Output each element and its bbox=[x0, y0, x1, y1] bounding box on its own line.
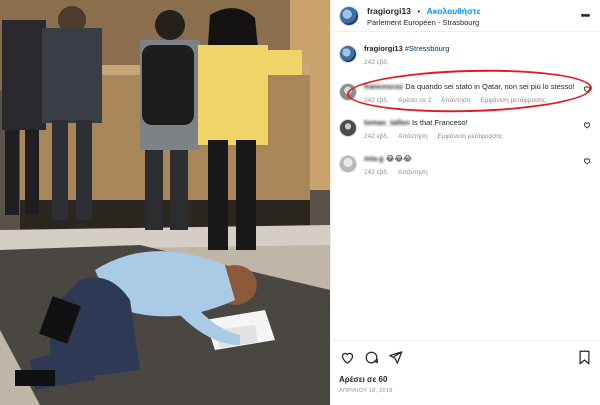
instagram-post: fragiorgi13 • Ακολουθήστε Parlement Euro… bbox=[0, 0, 600, 405]
comment-icon[interactable] bbox=[363, 349, 379, 365]
comment-like-heart-icon[interactable] bbox=[582, 121, 592, 129]
caption-row: fragiorgi13 #Stressbourg 242 εβδ. bbox=[339, 44, 592, 68]
comment-meta: 242 εβδ. Αρέσει σε 2 Απάντηση Εμφάνιση μ… bbox=[364, 96, 582, 106]
comment-body: francescoz Da quando sei stato in Qatar,… bbox=[364, 82, 582, 106]
caption-username[interactable]: fragiorgi13 bbox=[364, 44, 403, 53]
post-side-panel: fragiorgi13 • Ακολουθήστε Parlement Euro… bbox=[330, 0, 600, 405]
caption-avatar[interactable] bbox=[339, 45, 357, 63]
comment-username-blurred[interactable]: mia.g bbox=[364, 154, 384, 163]
comment-meta: 242 εβδ. Απάντηση bbox=[364, 168, 582, 178]
caption-meta: 242 εβδ. bbox=[364, 58, 592, 68]
see-translation-button[interactable]: Εμφάνιση μετάφρασης bbox=[438, 133, 504, 140]
comment-text: Is that Franceso! bbox=[411, 118, 468, 127]
author-username[interactable]: fragiorgi13 bbox=[367, 6, 411, 16]
more-dots-icon[interactable]: ••• bbox=[578, 10, 592, 22]
post-photo[interactable] bbox=[0, 0, 330, 405]
comment-row: tomas_tallen Is that Franceso! 242 εβδ. … bbox=[339, 118, 592, 142]
post-location[interactable]: Parlement Européen - Strasbourg bbox=[367, 17, 578, 28]
comment-username-blurred[interactable]: tomas_tallen bbox=[364, 118, 410, 127]
comment-like-heart-icon[interactable] bbox=[582, 157, 592, 165]
comment-time: 242 εβδ. bbox=[364, 133, 389, 140]
comment-time: 242 εβδ. bbox=[364, 97, 389, 104]
comment-avatar[interactable] bbox=[339, 119, 357, 137]
separator-dot: • bbox=[417, 6, 421, 16]
caption-time: 242 εβδ. bbox=[364, 59, 389, 66]
post-header: fragiorgi13 • Ακολουθήστε Parlement Euro… bbox=[331, 0, 600, 32]
bookmark-icon[interactable] bbox=[576, 349, 592, 365]
comment-text: Da quando sei stato in Qatar, non sei pi… bbox=[405, 82, 575, 91]
comment-likes[interactable]: Αρέσει σε 2 bbox=[398, 97, 431, 104]
comment-row: mia.g 😂😂😂 242 εβδ. Απάντηση bbox=[339, 154, 592, 178]
action-icons bbox=[339, 349, 592, 365]
comment-avatar[interactable] bbox=[339, 83, 357, 101]
comment-row: francescoz Da quando sei stato in Qatar,… bbox=[339, 66, 593, 116]
reply-button[interactable]: Απάντηση bbox=[398, 169, 428, 176]
comment-avatar[interactable] bbox=[339, 155, 357, 173]
comment-body: tomas_tallen Is that Franceso! 242 εβδ. … bbox=[364, 118, 582, 142]
comment-username-blurred[interactable]: francescoz bbox=[364, 82, 403, 91]
heart-icon[interactable] bbox=[339, 349, 355, 365]
post-actions: Αρέσει σε 60 ΑΠΡΙΛΙΟΥ 18, 2018 bbox=[331, 340, 600, 394]
post-date: ΑΠΡΙΛΙΟΥ 18, 2018 bbox=[339, 388, 393, 394]
author-avatar[interactable] bbox=[339, 5, 359, 26]
comment-body: mia.g 😂😂😂 242 εβδ. Απάντηση bbox=[364, 154, 582, 178]
follow-button[interactable]: Ακολουθήστε bbox=[427, 6, 481, 16]
comment-emoji-text: 😂😂😂 bbox=[385, 154, 412, 163]
comment-like-heart-icon[interactable] bbox=[582, 85, 592, 93]
comment-meta: 242 εβδ. Απάντηση Εμφάνιση μετάφρασης bbox=[364, 132, 582, 142]
reply-button[interactable]: Απάντηση bbox=[398, 133, 428, 140]
reply-button[interactable]: Απάντηση bbox=[441, 97, 471, 104]
see-translation-button[interactable]: Εμφάνιση μετάφρασης bbox=[480, 97, 546, 104]
likes-count[interactable]: Αρέσει σε 60 bbox=[339, 375, 592, 384]
comment-time: 242 εβδ. bbox=[364, 169, 389, 176]
caption-hashtag[interactable]: #Stressbourg bbox=[405, 44, 450, 53]
share-icon[interactable] bbox=[387, 349, 403, 365]
post-photo-illustration bbox=[0, 0, 330, 405]
caption-body: fragiorgi13 #Stressbourg 242 εβδ. bbox=[364, 44, 592, 68]
author-info: fragiorgi13 • Ακολουθήστε Parlement Euro… bbox=[367, 4, 578, 28]
comments-list: fragiorgi13 #Stressbourg 242 εβδ. france… bbox=[331, 36, 600, 336]
